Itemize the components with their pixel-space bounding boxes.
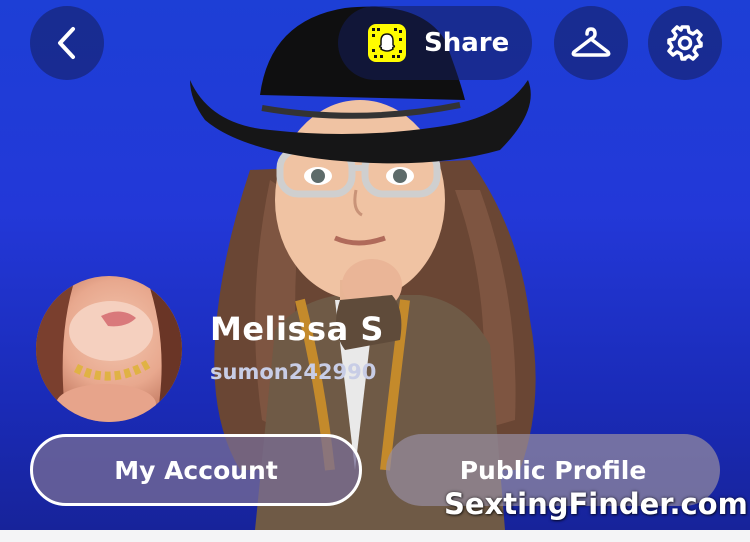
gear-icon	[667, 25, 703, 61]
hanger-icon	[571, 27, 611, 57]
snapcode-icon	[368, 24, 406, 62]
share-label: Share	[424, 28, 510, 58]
outfit-button[interactable]	[554, 6, 628, 80]
watermark-text: SextingFinder.com	[444, 487, 748, 521]
display-name: Melissa S	[210, 310, 384, 348]
profile-screen: Share Melissa S sumon242990 My Account P…	[0, 0, 750, 530]
bottom-strip	[0, 530, 750, 542]
share-button[interactable]: Share	[338, 6, 532, 80]
chevron-left-icon	[58, 27, 75, 59]
username: sumon242990	[210, 360, 377, 384]
back-button[interactable]	[30, 6, 104, 80]
settings-button[interactable]	[648, 6, 722, 80]
profile-photo[interactable]	[36, 276, 182, 422]
my-account-button[interactable]: My Account	[30, 434, 362, 506]
